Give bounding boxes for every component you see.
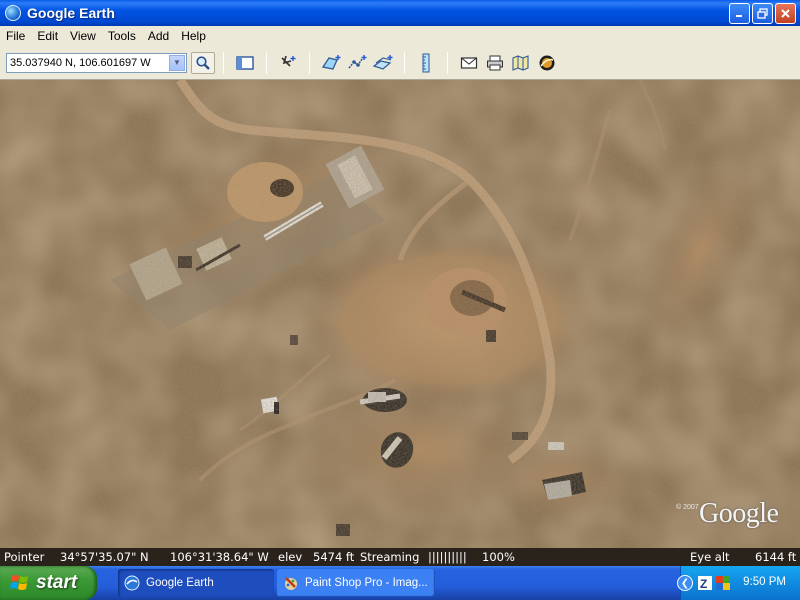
pointer-label: Pointer: [4, 550, 45, 564]
placemark-icon: [281, 55, 296, 67]
status-bar: Pointer 34°57'35.07" N 106°31'38.64" W e…: [0, 548, 800, 566]
menu-file[interactable]: File: [0, 29, 31, 43]
elevation-label: elev: [278, 550, 303, 564]
menu-help[interactable]: Help: [175, 29, 212, 43]
taskbar-item-label: Paint Shop Pro - Imag...: [305, 577, 428, 589]
taskbar-item-google-earth[interactable]: Google Earth: [118, 569, 274, 597]
close-button[interactable]: [775, 3, 796, 24]
image-overlay-icon: [372, 54, 393, 70]
zonealarm-icon[interactable]: Z: [697, 575, 713, 591]
eye-altitude-label: Eye alt: [690, 550, 730, 564]
pointer-longitude: 106°31'38.64" W: [170, 550, 269, 564]
paint-shop-pro-icon: [285, 577, 297, 590]
search-icon: [196, 55, 210, 70]
toolbar-divider: [266, 51, 267, 74]
eye-altitude-value: 6144 ft: [755, 550, 797, 564]
toolbar-divider: [223, 51, 224, 74]
title-bar: Google Earth: [0, 0, 800, 26]
email-button[interactable]: [457, 52, 481, 74]
menu-view[interactable]: View: [64, 29, 102, 43]
windows-flag-tray-icon[interactable]: [715, 575, 731, 591]
elevation-value: 5474 ft: [313, 550, 355, 564]
google-earth-icon: [124, 575, 140, 591]
streaming-label: Streaming: [360, 550, 420, 564]
menu-tools[interactable]: Tools: [102, 29, 142, 43]
close-icon: [781, 9, 790, 18]
view-in-google-maps-button[interactable]: [509, 52, 533, 74]
print-button[interactable]: [483, 52, 507, 74]
ruler-button[interactable]: [414, 52, 438, 74]
add-polygon-button[interactable]: [319, 52, 343, 74]
window-title: Google Earth: [27, 5, 115, 21]
add-path-button[interactable]: [345, 52, 369, 74]
pointer-latitude: 34°57'35.07" N: [60, 550, 149, 564]
taskbar-item-label: Google Earth: [146, 577, 214, 589]
map-viewport[interactable]: © 2007 Google: [0, 80, 800, 548]
restore-button[interactable]: [752, 3, 773, 24]
search-button[interactable]: [191, 51, 215, 74]
restore-icon: [757, 8, 768, 19]
menu-add[interactable]: Add: [142, 29, 175, 43]
google-logo: Google: [699, 498, 779, 529]
windows-logo-icon: [10, 575, 28, 590]
add-placemark-button[interactable]: [276, 52, 300, 74]
location-combobox[interactable]: ▼: [6, 52, 187, 73]
sky-icon: [539, 55, 555, 70]
minimize-button[interactable]: [729, 3, 750, 24]
toolbar-divider: [309, 51, 310, 74]
minimize-icon: [736, 15, 742, 17]
taskbar: start Google Earth Paint Shop Pro - Imag…: [0, 566, 800, 600]
sidebar-toggle-button[interactable]: [233, 52, 257, 74]
email-icon: [460, 56, 478, 69]
start-label: start: [36, 572, 78, 593]
toolbar: ▼: [0, 46, 800, 80]
chevron-left-icon[interactable]: ❮: [677, 575, 693, 591]
sky-button[interactable]: [535, 52, 559, 74]
polygon-icon: [321, 54, 341, 70]
start-button[interactable]: start: [0, 566, 97, 600]
taskbar-item-paint-shop-pro[interactable]: Paint Shop Pro - Imag...: [277, 569, 435, 597]
system-tray: ❮ Z 9:50 PM: [677, 566, 800, 600]
sidebar-toggle-icon: [236, 55, 254, 70]
ruler-icon: [422, 53, 430, 72]
chevron-down-icon[interactable]: ▼: [169, 54, 185, 71]
menu-bar: File Edit View Tools Add Help: [0, 26, 800, 46]
imagery-copyright: © 2007: [676, 504, 699, 511]
streaming-progress-bars: ||||||||||: [428, 550, 467, 564]
clock[interactable]: 9:50 PM: [743, 576, 786, 588]
streaming-percent: 100%: [482, 550, 515, 564]
svg-text:Z: Z: [700, 577, 707, 591]
google-maps-icon: [512, 54, 529, 71]
print-icon: [487, 55, 503, 70]
google-earth-app-icon[interactable]: [5, 5, 21, 21]
toolbar-divider: [447, 51, 448, 74]
toolbar-divider: [404, 51, 405, 74]
menu-edit[interactable]: Edit: [31, 29, 64, 43]
path-icon: [348, 54, 367, 68]
location-input[interactable]: [7, 53, 167, 72]
aerial-imagery: [0, 80, 800, 548]
add-image-overlay-button[interactable]: [371, 52, 395, 74]
